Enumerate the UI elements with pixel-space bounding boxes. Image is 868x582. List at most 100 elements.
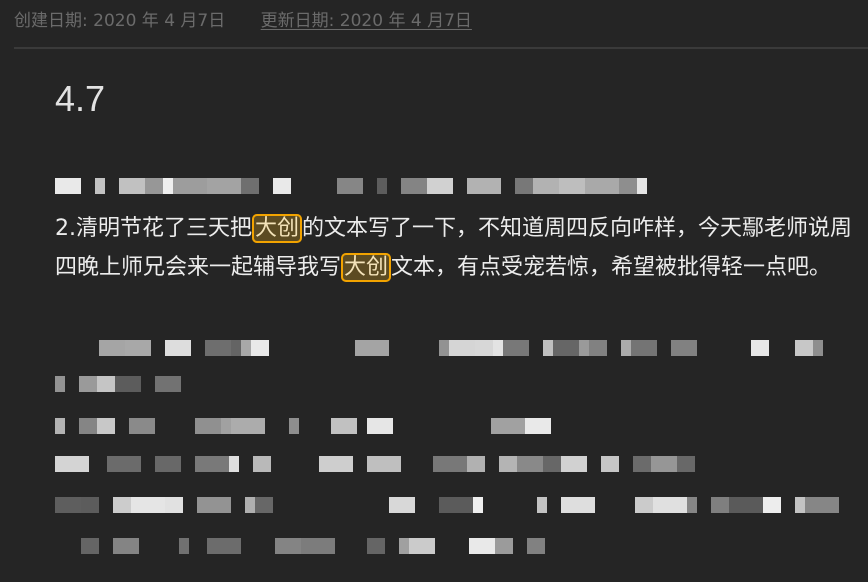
redacted-block [467,456,485,472]
redacted-block [55,456,89,472]
redacted-block [711,497,729,513]
redacted-block [107,456,141,472]
redacted-block [579,340,589,356]
redacted-block [751,340,769,356]
note-metadata: 创建日期: 2020 年 4 月7日 更新日期: 2020 年 4 月7日 [14,6,502,31]
redacted-block [165,340,191,356]
redacted-block [449,340,475,356]
redacted-block [197,497,231,513]
redacted-block [165,497,183,513]
redacted-block [677,456,695,472]
redacted-block [163,178,173,194]
redacted-block [221,418,231,434]
redacted-block [687,497,697,513]
redacted-block [173,178,207,194]
redacted-block [795,340,813,356]
paragraph-text: 2.清明节花了三天把 [55,216,252,241]
redacted-block [561,456,587,472]
redacted-block [427,178,453,194]
redacted-block [229,456,239,472]
redacted-block [253,456,271,472]
divider [14,47,868,49]
redacted-block [205,340,231,356]
redacted-block [113,538,139,554]
redacted-block [635,497,653,513]
redacted-block [273,178,291,194]
redacted-block [231,340,241,356]
redacted-block [813,340,823,356]
redacted-block [289,418,299,434]
note-title[interactable]: 4.7 [55,78,105,120]
redacted-block [377,178,387,194]
redacted-block [399,538,409,554]
redacted-block [241,340,251,356]
redacted-block [543,340,553,356]
redacted-block [637,178,647,194]
search-highlight: 大创 [341,252,392,282]
redacted-block [79,376,97,392]
redacted-block [561,497,595,513]
redacted-block [389,497,415,513]
redacted-block [207,538,241,554]
redacted-block [433,456,467,472]
search-highlight: 大创 [252,214,303,243]
redacted-block [81,538,99,554]
redacted-block [401,178,427,194]
updated-date[interactable]: 更新日期: 2020 年 4 月7日 [261,11,472,31]
redacted-block [651,456,677,472]
redacted-block [125,340,151,356]
redacted-block [113,497,131,513]
redacted-block [515,178,533,194]
redacted-block [331,418,357,434]
redacted-block [195,456,229,472]
redacted-block [491,418,525,434]
redacted-block [367,538,385,554]
redacted-block [601,456,619,472]
redacted-block [119,178,145,194]
redacted-block [439,340,449,356]
redacted-block [179,538,189,554]
redacted-block [97,376,115,392]
redacted-block [129,418,155,434]
redacted-block [653,497,687,513]
redacted-block [537,497,547,513]
redacted-block [251,340,269,356]
redacted-block [355,340,389,356]
redacted-block [633,456,651,472]
redacted-block [495,538,513,554]
note-paragraph[interactable]: 2.清明节花了三天把 大创 的文本写了一下，不知道周四反向咋样，今天鄢老师说周四晚上… [55,210,855,287]
redacted-block [131,497,165,513]
redacted-block [493,340,503,356]
redacted-block [95,178,105,194]
redacted-block [255,497,273,513]
redacted-block [275,538,301,554]
redacted-block [619,178,637,194]
redacted-block [115,376,141,392]
redacted-block [337,178,363,194]
redacted-block [241,178,259,194]
redacted-block [805,497,839,513]
redacted-block [559,178,585,194]
redacted-block [81,497,99,513]
redacted-block [195,418,221,434]
redacted-block [589,340,607,356]
redacted-block [473,497,483,513]
redacted-block [469,538,495,554]
redacted-block [475,340,493,356]
redacted-block [671,340,697,356]
redacted-block [467,178,501,194]
redacted-block [79,418,97,434]
redacted-block [525,418,551,434]
redacted-block [585,178,619,194]
redacted-block [245,497,255,513]
redacted-block [763,497,781,513]
redacted-block [503,340,529,356]
redacted-block [729,497,763,513]
redacted-block [55,497,81,513]
redacted-block [439,497,473,513]
redacted-block [55,376,65,392]
redacted-block [517,456,543,472]
redacted-block [55,418,65,434]
redacted-block [367,418,393,434]
redacted-block [301,538,335,554]
